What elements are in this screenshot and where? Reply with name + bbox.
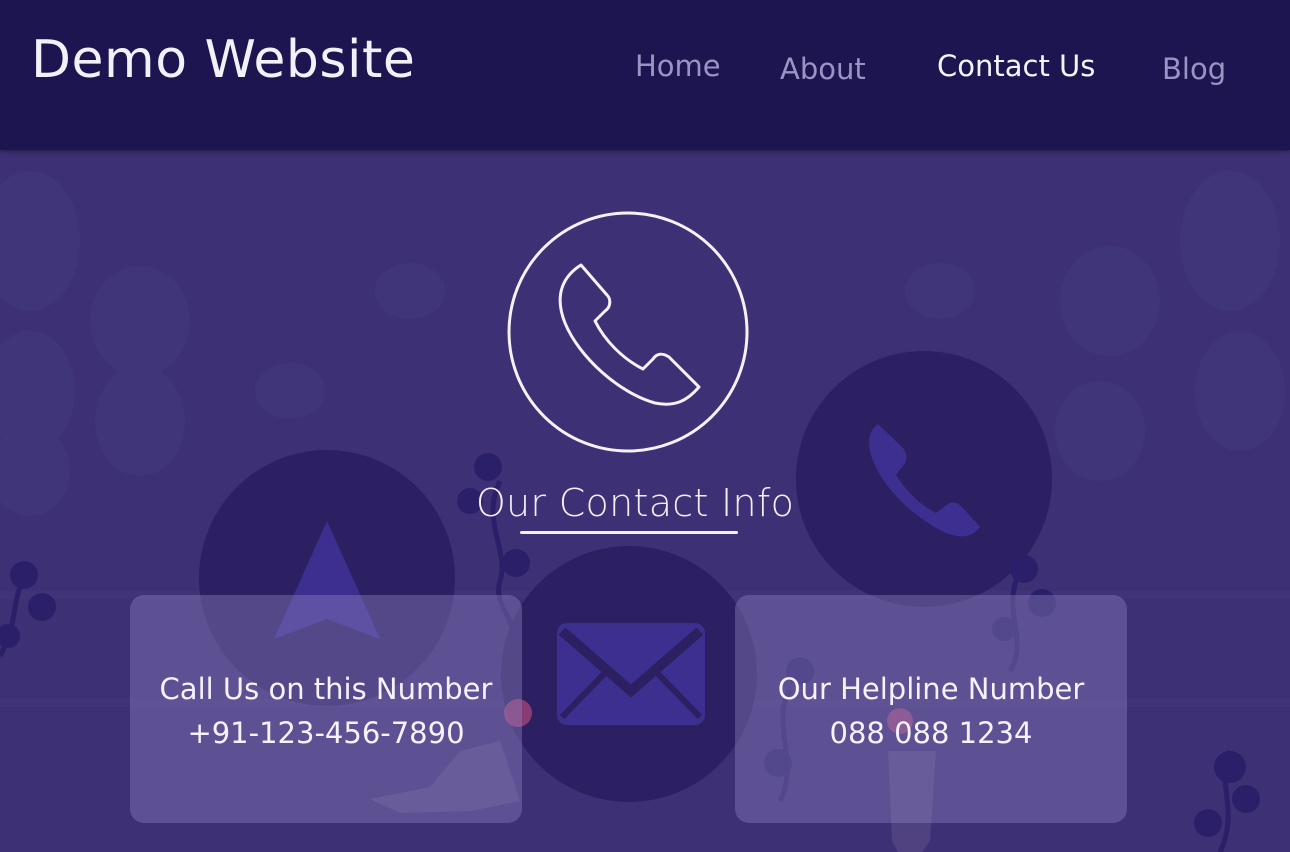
title-underline xyxy=(520,531,738,534)
nav-about[interactable]: About xyxy=(780,52,866,86)
helpline-info-card: Our Helpline Number 088 088 1234 xyxy=(735,595,1127,823)
phone-circle-icon xyxy=(507,211,749,453)
mail-icon xyxy=(557,623,705,725)
call-card-number[interactable]: +91-123-456-7890 xyxy=(130,711,522,755)
nav-contact-us[interactable]: Contact Us xyxy=(937,49,1095,83)
call-card-heading: Call Us on this Number xyxy=(159,672,493,706)
nav-blog[interactable]: Blog xyxy=(1162,52,1226,86)
helpline-card-heading: Our Helpline Number xyxy=(777,672,1085,706)
section-title: Our Contact Info xyxy=(475,481,795,525)
nav-home[interactable]: Home xyxy=(635,49,721,83)
call-info-card: Call Us on this Number +91-123-456-7890 xyxy=(130,595,522,823)
site-header: Demo Website Home About Contact Us Blog xyxy=(0,0,1290,150)
contact-section: Our Contact Info Call Us on this Number … xyxy=(0,151,1290,852)
helpline-card-number[interactable]: 088 088 1234 xyxy=(735,711,1127,755)
site-logo[interactable]: Demo Website xyxy=(31,30,415,90)
